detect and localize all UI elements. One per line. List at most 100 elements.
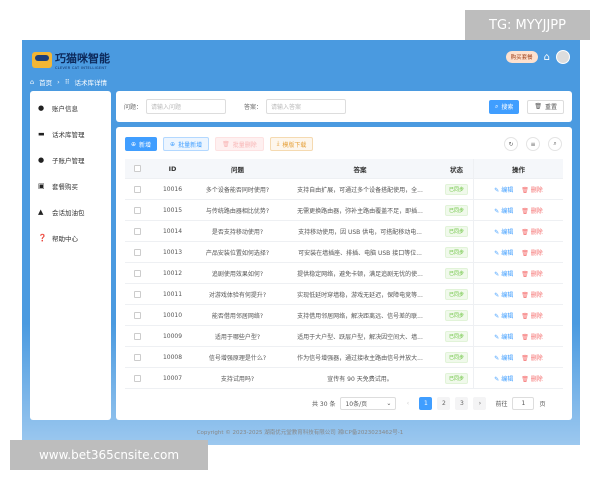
label: 删除 — [530, 228, 543, 236]
delete-button[interactable]: 🗑 删除 — [521, 227, 543, 236]
prev-page-button[interactable]: ‹ — [401, 397, 414, 410]
user-icon: ● — [38, 104, 45, 112]
edit-button[interactable]: ✎ 编辑 — [494, 374, 513, 383]
download-icon: ⤓ — [276, 140, 280, 147]
row-checkbox[interactable] — [134, 353, 141, 361]
page-size-select[interactable]: 10条/页 ⌄ — [340, 397, 397, 410]
delete-button[interactable]: 🗑 删除 — [521, 248, 543, 257]
sidebar-item-label: 账户信息 — [52, 105, 78, 113]
edit-button[interactable]: ✎ 编辑 — [494, 311, 513, 320]
sidebar-item-plans[interactable]: ▣ 套餐购买 — [30, 173, 111, 199]
label: 删除 — [530, 354, 543, 362]
sidebar-item-subaccounts[interactable]: ● 子账户管理 — [30, 147, 111, 173]
column-answer: 答案 — [353, 165, 367, 174]
buy-plan-button[interactable]: 购买套餐 — [505, 51, 538, 63]
edit-button[interactable]: ✎ 编辑 — [494, 353, 513, 362]
edit-button[interactable]: ✎ 编辑 — [494, 227, 513, 236]
sidebar-item-addon[interactable]: ▲ 会话加油包 — [30, 199, 111, 225]
label: 删除 — [530, 249, 543, 257]
edit-button[interactable]: ✎ 编辑 — [494, 206, 513, 215]
cell-question: 支持试用吗? — [220, 375, 255, 383]
edit-button[interactable]: ✎ 编辑 — [494, 332, 513, 341]
column-id: ID — [168, 164, 177, 173]
label: 删除 — [530, 207, 543, 215]
goto-page-input[interactable]: 1 — [512, 397, 535, 410]
delete-button[interactable]: 🗑 删除 — [521, 311, 543, 320]
row-checkbox[interactable] — [134, 311, 141, 319]
add-button[interactable]: ⊕ 新增 — [125, 137, 158, 151]
label: 删除 — [530, 291, 543, 299]
columns-icon[interactable]: ≡ — [526, 137, 540, 151]
delete-button[interactable]: 🗑 删除 — [521, 353, 543, 362]
select-all-checkbox[interactable] — [134, 165, 141, 172]
delete-button[interactable]: 🗑 删除 — [521, 269, 543, 278]
edit-button[interactable]: ✎ 编辑 — [494, 248, 513, 257]
avatar[interactable] — [556, 50, 570, 64]
sidebar-item-help[interactable]: ❓ 帮助中心 — [30, 225, 111, 251]
delete-button[interactable]: 🗑 删除 — [521, 374, 543, 383]
status-badge: 已同步 — [444, 351, 468, 363]
row-checkbox[interactable] — [134, 290, 141, 298]
row-checkbox[interactable] — [134, 227, 141, 235]
label: 编辑 — [501, 354, 514, 362]
label: 重置 — [544, 104, 557, 111]
cell-question: 对游戏体验有何提升? — [208, 291, 267, 299]
page-1[interactable]: 1 — [419, 397, 433, 410]
template-download-button[interactable]: ⤓ 模版下载 — [269, 137, 314, 151]
edit-button[interactable]: ✎ 编辑 — [494, 185, 513, 194]
label: 编辑 — [501, 291, 514, 299]
status-badge: 已同步 — [444, 309, 468, 321]
delete-button[interactable]: 🗑 删除 — [521, 332, 543, 341]
status-badge: 已同步 — [444, 267, 468, 279]
edit-icon: ✎ — [494, 228, 500, 236]
row-checkbox[interactable] — [134, 269, 141, 277]
question-input[interactable]: 请输入问题 — [146, 99, 227, 114]
answer-label: 答案： — [244, 104, 263, 111]
edit-button[interactable]: ✎ 编辑 — [494, 269, 513, 278]
next-page-button[interactable]: › — [473, 397, 487, 410]
answer-input[interactable]: 请输入答案 — [266, 99, 347, 114]
delete-button[interactable]: 🗑 删除 — [521, 206, 543, 215]
delete-button[interactable]: 🗑 删除 — [521, 185, 543, 194]
row-checkbox[interactable] — [134, 332, 141, 340]
sidebar-item-label: 子账户管理 — [52, 157, 85, 165]
help-icon: ❓ — [38, 234, 47, 242]
sidebar-item-account[interactable]: ● 账户信息 — [30, 95, 111, 121]
home-icon[interactable]: ⌂ — [544, 52, 550, 63]
cell-question: 能否借用邻居网络? — [211, 312, 264, 320]
edit-icon: ✎ — [494, 354, 500, 362]
refresh-icon[interactable]: ↻ — [504, 137, 518, 151]
label: 模版下载 — [282, 141, 307, 149]
batch-add-button[interactable]: ⊕ 批量新增 — [163, 137, 210, 151]
breadcrumb-home[interactable]: 首页 — [39, 77, 52, 87]
cell-id: 10009 — [162, 332, 183, 340]
row-checkbox[interactable] — [134, 248, 141, 256]
row-checkbox[interactable] — [134, 206, 141, 214]
label: 删除 — [530, 333, 543, 341]
label: 批量新增 — [178, 141, 203, 149]
page-2[interactable]: 2 — [437, 397, 451, 410]
status-badge: 已同步 — [444, 372, 468, 384]
edit-icon: ✎ — [494, 375, 500, 383]
table-row: 10016 多个设备能否同时使用? 支持自由扩展，可通过多个设备搭配使用，全..… — [125, 179, 563, 200]
trash-icon: 🗑 — [521, 270, 529, 278]
row-checkbox[interactable] — [134, 374, 141, 382]
sidebar-item-label: 帮助中心 — [52, 235, 78, 243]
label: 编辑 — [501, 312, 514, 320]
sidebar-item-scripts[interactable]: ▬ 话术库管理 — [30, 121, 111, 147]
breadcrumb-current: 话术库详情 — [74, 79, 108, 87]
brand-name: 巧猫咪智能 — [55, 52, 110, 65]
cell-id: 10015 — [162, 206, 183, 214]
reset-button[interactable]: 🗑 重置 — [527, 99, 564, 114]
search-icon[interactable]: ⌕ — [548, 137, 562, 151]
page-3[interactable]: 3 — [455, 397, 469, 410]
trash-icon: 🗑 — [521, 312, 529, 320]
edit-button[interactable]: ✎ 编辑 — [494, 290, 513, 299]
batch-delete-button[interactable]: 🗑 批量删除 — [215, 137, 264, 151]
search-button[interactable]: ⌕ 搜索 — [488, 99, 520, 114]
row-checkbox[interactable] — [134, 185, 141, 193]
delete-button[interactable]: 🗑 删除 — [521, 290, 543, 299]
value: 10条/页 — [345, 401, 368, 408]
sidebar-item-label: 话术库管理 — [52, 131, 85, 139]
label: 批量删除 — [232, 141, 257, 149]
